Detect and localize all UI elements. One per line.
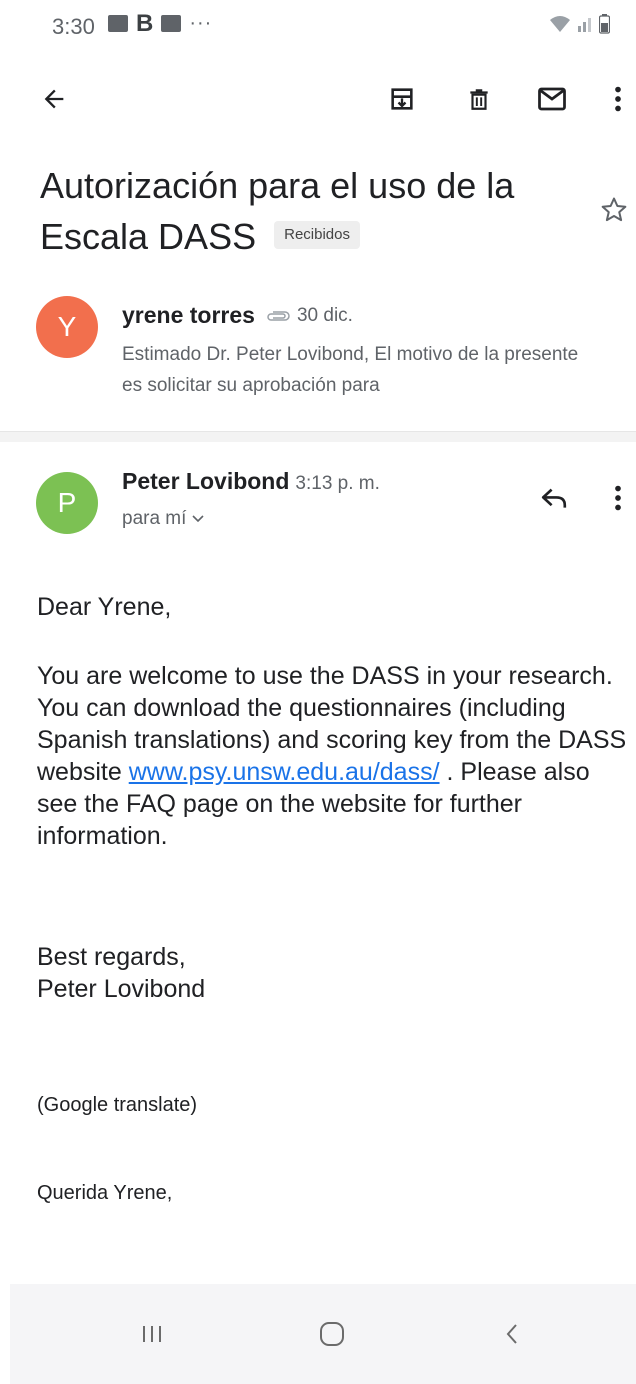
more-vert-icon <box>615 86 621 112</box>
message-date: 30 dic. <box>296 304 353 326</box>
mark-unread-button[interactable] <box>528 75 576 123</box>
reply-icon <box>541 488 567 508</box>
back-nav-button[interactable] <box>472 1304 552 1364</box>
more-notifications-icon: ··· <box>189 12 213 34</box>
home-icon <box>320 1322 344 1346</box>
b-notification-icon: B <box>136 9 154 37</box>
status-system-icons <box>549 14 610 34</box>
body-paragraph: You are welcome to use the DASS in your … <box>37 660 627 852</box>
sender-name: Peter Lovibond <box>122 468 290 494</box>
back-arrow-icon <box>44 89 64 109</box>
message-snippet[interactable]: Estimado Dr. Peter Lovibond, El motivo d… <box>122 339 602 401</box>
more-vert-icon <box>615 485 621 511</box>
attachment-icon <box>265 310 291 322</box>
message-more-button[interactable] <box>594 474 636 522</box>
body-signature: Peter Lovibond <box>37 975 206 1003</box>
sender-name: yrene torres <box>122 302 255 328</box>
message-icon <box>161 15 182 32</box>
status-notification-icons: B ··· <box>108 9 213 37</box>
more-options-button[interactable] <box>594 75 636 123</box>
sender-avatar[interactable]: P <box>36 472 98 534</box>
dass-website-link[interactable]: www.psy.unsw.edu.au/dass/ <box>129 758 440 786</box>
message-time: 3:13 p. m. <box>295 473 380 494</box>
star-outline-icon <box>601 197 627 222</box>
recipient-label: para mí <box>122 508 187 529</box>
back-nav-icon <box>506 1324 517 1344</box>
body-closing: Best regards, <box>37 943 186 971</box>
delete-button[interactable] <box>455 75 503 123</box>
reply-button[interactable] <box>530 474 578 522</box>
message-divider <box>0 431 636 442</box>
star-button[interactable] <box>590 186 636 234</box>
wifi-icon <box>550 16 570 32</box>
sender-avatar[interactable]: Y <box>36 296 98 358</box>
message-header[interactable]: yrene torres 30 dic. <box>122 302 353 329</box>
label-chip[interactable]: Recibidos <box>274 221 360 250</box>
delete-icon <box>470 89 488 110</box>
recents-button[interactable] <box>112 1304 192 1364</box>
recents-icon <box>143 1326 161 1342</box>
mark-unread-icon <box>538 87 566 111</box>
signal-icon <box>578 18 591 32</box>
status-time: 3:30 <box>52 14 95 39</box>
translated-greeting: Querida Yrene, <box>37 1182 173 1204</box>
message-header[interactable]: Peter Lovibond 3:13 p. m. <box>122 468 380 495</box>
body-greeting: Dear Yrene, <box>37 593 172 621</box>
email-subject: Autorización para el uso de la Escala DA… <box>40 160 560 262</box>
gallery-icon <box>108 15 128 32</box>
battery-icon <box>599 14 610 34</box>
chevron-down-icon <box>192 515 204 523</box>
recipient-details-toggle[interactable]: para mí <box>122 508 204 530</box>
home-button[interactable] <box>292 1304 372 1364</box>
archive-icon <box>391 88 413 110</box>
translate-note: (Google translate) <box>37 1094 198 1116</box>
archive-button[interactable] <box>378 75 426 123</box>
back-button[interactable] <box>30 75 78 123</box>
